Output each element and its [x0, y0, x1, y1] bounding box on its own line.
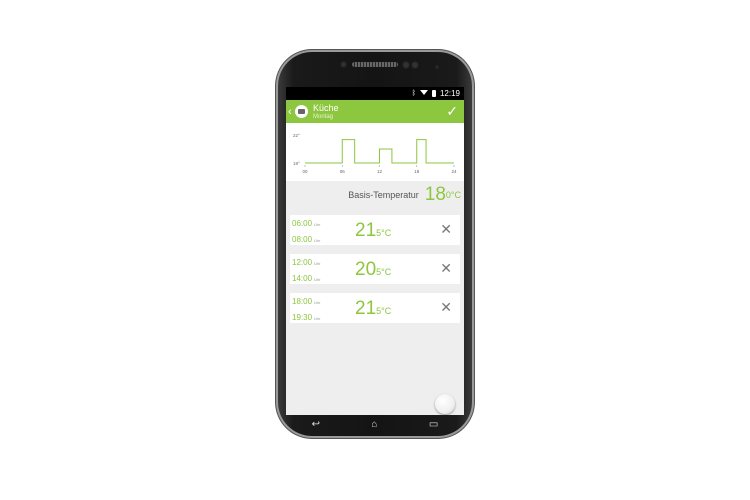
- x-tick-label: 18: [414, 169, 420, 174]
- x-tick-label: 24: [451, 169, 457, 174]
- sensor: [411, 61, 419, 69]
- basis-temperature-decimal: 0°C: [445, 190, 461, 200]
- schedule-temperature: 215°C: [355, 298, 392, 319]
- schedule-row[interactable]: 12:00 Uhr 14:00 Uhr 205°C ✕: [290, 254, 460, 284]
- earpiece-speaker: [352, 62, 398, 67]
- wifi-icon: [419, 90, 428, 97]
- start-time: 06:00 Uhr: [292, 219, 321, 228]
- end-time: 19:30 Uhr: [292, 313, 321, 322]
- start-time: 12:00 Uhr: [292, 258, 321, 267]
- close-icon[interactable]: ✕: [440, 261, 452, 275]
- sensor: [434, 64, 440, 70]
- status-bar: ᛒ 12:19: [286, 87, 464, 100]
- home-icon[interactable]: ⌂: [371, 419, 377, 430]
- page-title: Küche: [313, 102, 339, 113]
- x-tick-label: 00: [302, 169, 308, 174]
- back-icon[interactable]: ↩: [312, 419, 320, 430]
- page-subtitle: Montag: [313, 113, 334, 120]
- schedule-temperature: 205°C: [355, 259, 392, 280]
- close-icon[interactable]: ✕: [440, 300, 452, 314]
- x-tick-label: 06: [340, 169, 346, 174]
- basis-temperature[interactable]: Basis-Temperatur 18 0°C: [286, 181, 464, 209]
- chevron-left-icon[interactable]: ‹: [288, 106, 294, 118]
- screen: ᛒ 12:19 ‹ Küche Montag ✓ 22° 19° 00 06 12 18 2…: [286, 87, 464, 415]
- front-camera: [402, 61, 410, 69]
- temperature-series-line: [305, 139, 454, 164]
- sensor: [340, 61, 347, 68]
- temperature-chart-svg: 22° 19°00 06 12 18 24: [293, 133, 457, 174]
- nav-bar: ↩ ⌂ ▭: [286, 415, 464, 434]
- y-tick-label: 22°: [293, 133, 300, 138]
- basis-temperature-label: Basis-Temperatur: [348, 190, 419, 200]
- end-time: 14:00 Uhr: [292, 274, 321, 283]
- y-tick-label: 19°: [293, 161, 300, 166]
- schedule-temperature: 215°C: [355, 220, 392, 241]
- end-time: 08:00 Uhr: [292, 235, 321, 244]
- recents-icon[interactable]: ▭: [429, 419, 438, 430]
- temperature-chart: 22° 19° 00 06 12 18 24: [286, 123, 464, 181]
- app-bar-titles: Küche Montag: [313, 102, 339, 120]
- thermostat-icon[interactable]: [295, 105, 308, 118]
- bluetooth-icon: ᛒ: [411, 90, 416, 97]
- schedule-row[interactable]: 18:00 Uhr 19:30 Uhr 215°C ✕: [290, 293, 460, 323]
- close-icon[interactable]: ✕: [440, 222, 452, 236]
- check-icon[interactable]: ✓: [446, 103, 458, 120]
- battery-icon: [431, 90, 436, 97]
- schedule-row[interactable]: 06:00 Uhr 08:00 Uhr 215°C ✕: [290, 215, 460, 245]
- status-time: 12:19: [439, 89, 460, 98]
- x-tick-label: 12: [377, 169, 383, 174]
- phone-frame: ᛒ 12:19 ‹ Küche Montag ✓ 22° 19° 00 06 12 18 2…: [278, 52, 472, 436]
- add-button[interactable]: [435, 394, 455, 414]
- app-bar: ‹ Küche Montag ✓: [286, 100, 464, 123]
- start-time: 18:00 Uhr: [292, 297, 321, 306]
- basis-temperature-value: 18: [424, 184, 446, 205]
